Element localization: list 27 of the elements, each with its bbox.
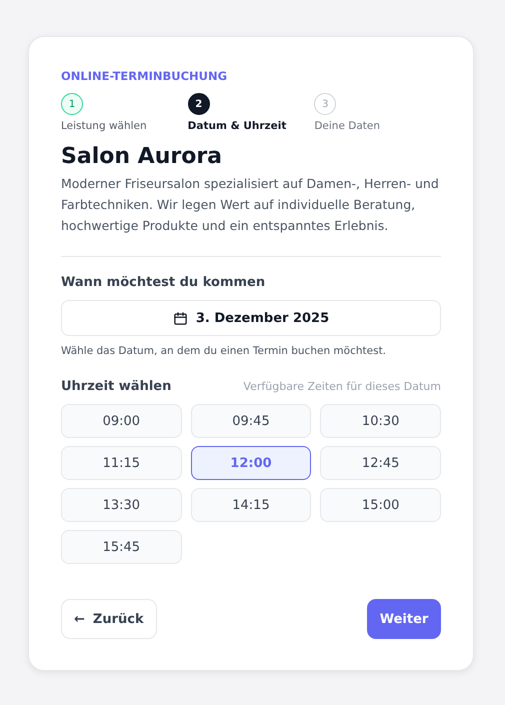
salon-name: Salon Aurora	[61, 144, 222, 169]
back-button[interactable]: ← Zurück	[61, 599, 157, 639]
date-label: Wann möchtest du kommen	[61, 275, 266, 290]
step-number: 1	[61, 93, 83, 115]
time-slot[interactable]: 09:00	[61, 404, 182, 438]
time-slot[interactable]: 15:45	[61, 530, 182, 564]
time-note: Verfügbare Zeiten für dieses Datum	[243, 380, 441, 393]
time-slot[interactable]: 11:15	[61, 446, 182, 480]
time-slot[interactable]: 12:45	[320, 446, 441, 480]
time-label: Uhrzeit wählen	[61, 379, 172, 394]
calendar-icon	[172, 310, 188, 326]
step-label: Leistung wählen	[61, 120, 147, 132]
date-hint: Wähle das Datum, an dem du einen Termin buchen möchtest.	[61, 345, 386, 357]
time-slot[interactable]: 12:00	[190, 446, 312, 480]
step-number: 2	[188, 93, 210, 115]
step-number: 3	[314, 93, 336, 115]
eyebrow-label: ONLINE-TERMINBUCHUNG	[61, 69, 228, 83]
time-slot[interactable]: 09:45	[190, 404, 312, 438]
time-slot[interactable]: 14:15	[190, 488, 312, 522]
salon-description: Moderner Friseursalon spezialisiert auf Damen-, Herren- und Farbtechniken. Wir legen Wert auf individuelle Beratung, hochwertige Produkte und ein entspanntes Erlebnis.	[61, 175, 440, 235]
time-slot[interactable]: 15:00	[320, 488, 441, 522]
step-label: Deine Daten	[314, 120, 380, 132]
next-button[interactable]: Weiter	[367, 599, 441, 639]
time-slot[interactable]: 10:30	[320, 404, 441, 438]
date-picker[interactable]: 3. Dezember 2025	[61, 300, 441, 336]
step-label: Datum & Uhrzeit	[188, 120, 286, 132]
time-slot[interactable]: 13:30	[61, 488, 182, 522]
